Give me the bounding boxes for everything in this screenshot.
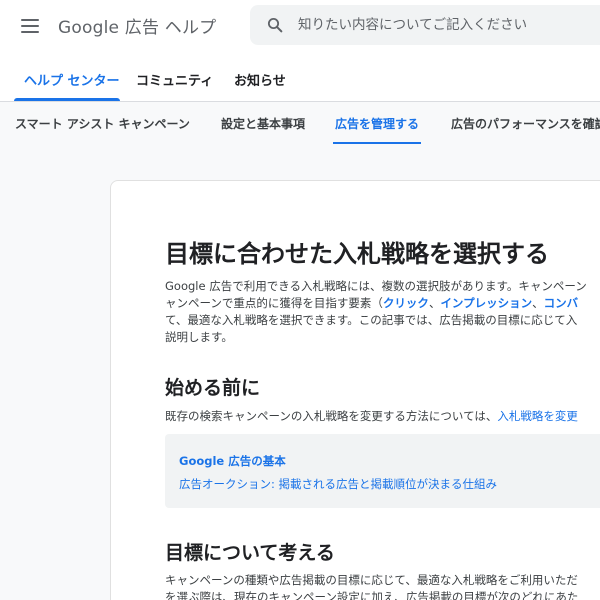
callout-title-link[interactable]: Google 広告の基本 <box>179 453 286 469</box>
intro-line: Google 広告で利用できる入札戦略には、複数の選択肢があります。キャンペーン <box>165 279 587 293</box>
keyword-conversion-link[interactable]: コンバ <box>544 296 579 310</box>
search-box <box>250 5 600 45</box>
intro-line: 説明します。 <box>165 330 233 344</box>
subnav-performance[interactable]: 広告のパフォーマンスを確認 <box>451 115 600 132</box>
tab-announcements[interactable]: お知らせ <box>234 70 286 89</box>
category-nav: スマート アシスト キャンペーン 設定と基本事項 広告を管理する 広告のパフォー… <box>0 102 600 144</box>
section-heading-before-you-begin: 始める前に <box>165 377 261 399</box>
related-callout: Google 広告の基本 広告オークション: 掲載される広告と掲載順位が決まる仕… <box>165 434 600 508</box>
section-paragraph: 既存の検索キャンペーンの入札戦略を変更する方法については、入札戦略を変更 <box>165 408 578 424</box>
subnav-manage-ads[interactable]: 広告を管理する <box>335 115 419 132</box>
hamburger-menu-icon[interactable] <box>14 12 46 40</box>
intro-line: ャンペーンで重点的に獲得を目指す要素（クリック、インプレッション、コンバ <box>165 295 600 312</box>
search-icon[interactable] <box>266 16 284 34</box>
product-name: 広告 ヘルプ <box>124 18 217 38</box>
intro-text: ャンペーンで重点的に獲得を目指す要素（ <box>165 296 383 310</box>
product-brand: Google <box>58 18 120 38</box>
ad-auction-link[interactable]: 広告オークション: 掲載される広告と掲載順位が決まる仕組み <box>179 476 497 492</box>
keyword-impression-link[interactable]: インプレッション <box>440 296 532 310</box>
tab-help-center[interactable]: ヘルプ センター <box>24 70 120 89</box>
keyword-click-link[interactable]: クリック <box>383 296 429 310</box>
separator: 、 <box>532 296 544 310</box>
article-intro: Google 広告で利用できる入札戦略には、複数の選択肢があります。キャンペーン… <box>165 278 600 346</box>
subnav-smart-assist[interactable]: スマート アシスト キャンペーン <box>15 115 190 132</box>
paragraph-line: を選ぶ際は、現在のキャンペーン設定に加え、広告掲載の目標が次のどれにあた <box>165 590 579 600</box>
product-title[interactable]: Google 広告 ヘルプ <box>58 13 216 38</box>
top-app-bar: Google 広告 ヘルプ <box>0 0 600 52</box>
paragraph-text: 既存の検索キャンペーンの入札戦略を変更する方法については、 <box>165 409 498 423</box>
primary-tabs: ヘルプ センター コミュニティ お知らせ <box>0 52 600 102</box>
section-paragraph: キャンペーンの種類や広告掲載の目標に応じて、最適な入札戦略をご利用いただ を選ぶ… <box>165 572 600 600</box>
separator: 、 <box>428 296 441 310</box>
change-bid-strategy-link[interactable]: 入札戦略を変更 <box>497 409 578 423</box>
intro-line: て、最適な入札戦略を選択できます。この記事では、広告掲載の目標に応じて入 <box>165 313 578 327</box>
paragraph-line: キャンペーンの種類や広告掲載の目標に応じて、最適な入札戦略をご利用いただ <box>165 573 578 587</box>
tab-community[interactable]: コミュニティ <box>136 70 213 89</box>
article-title: 目標に合わせた入札戦略を選択する <box>165 240 549 268</box>
subnav-setup-basics[interactable]: 設定と基本事項 <box>221 115 305 132</box>
section-heading-consider-goals: 目標について考える <box>165 542 335 564</box>
search-input[interactable] <box>298 11 598 39</box>
